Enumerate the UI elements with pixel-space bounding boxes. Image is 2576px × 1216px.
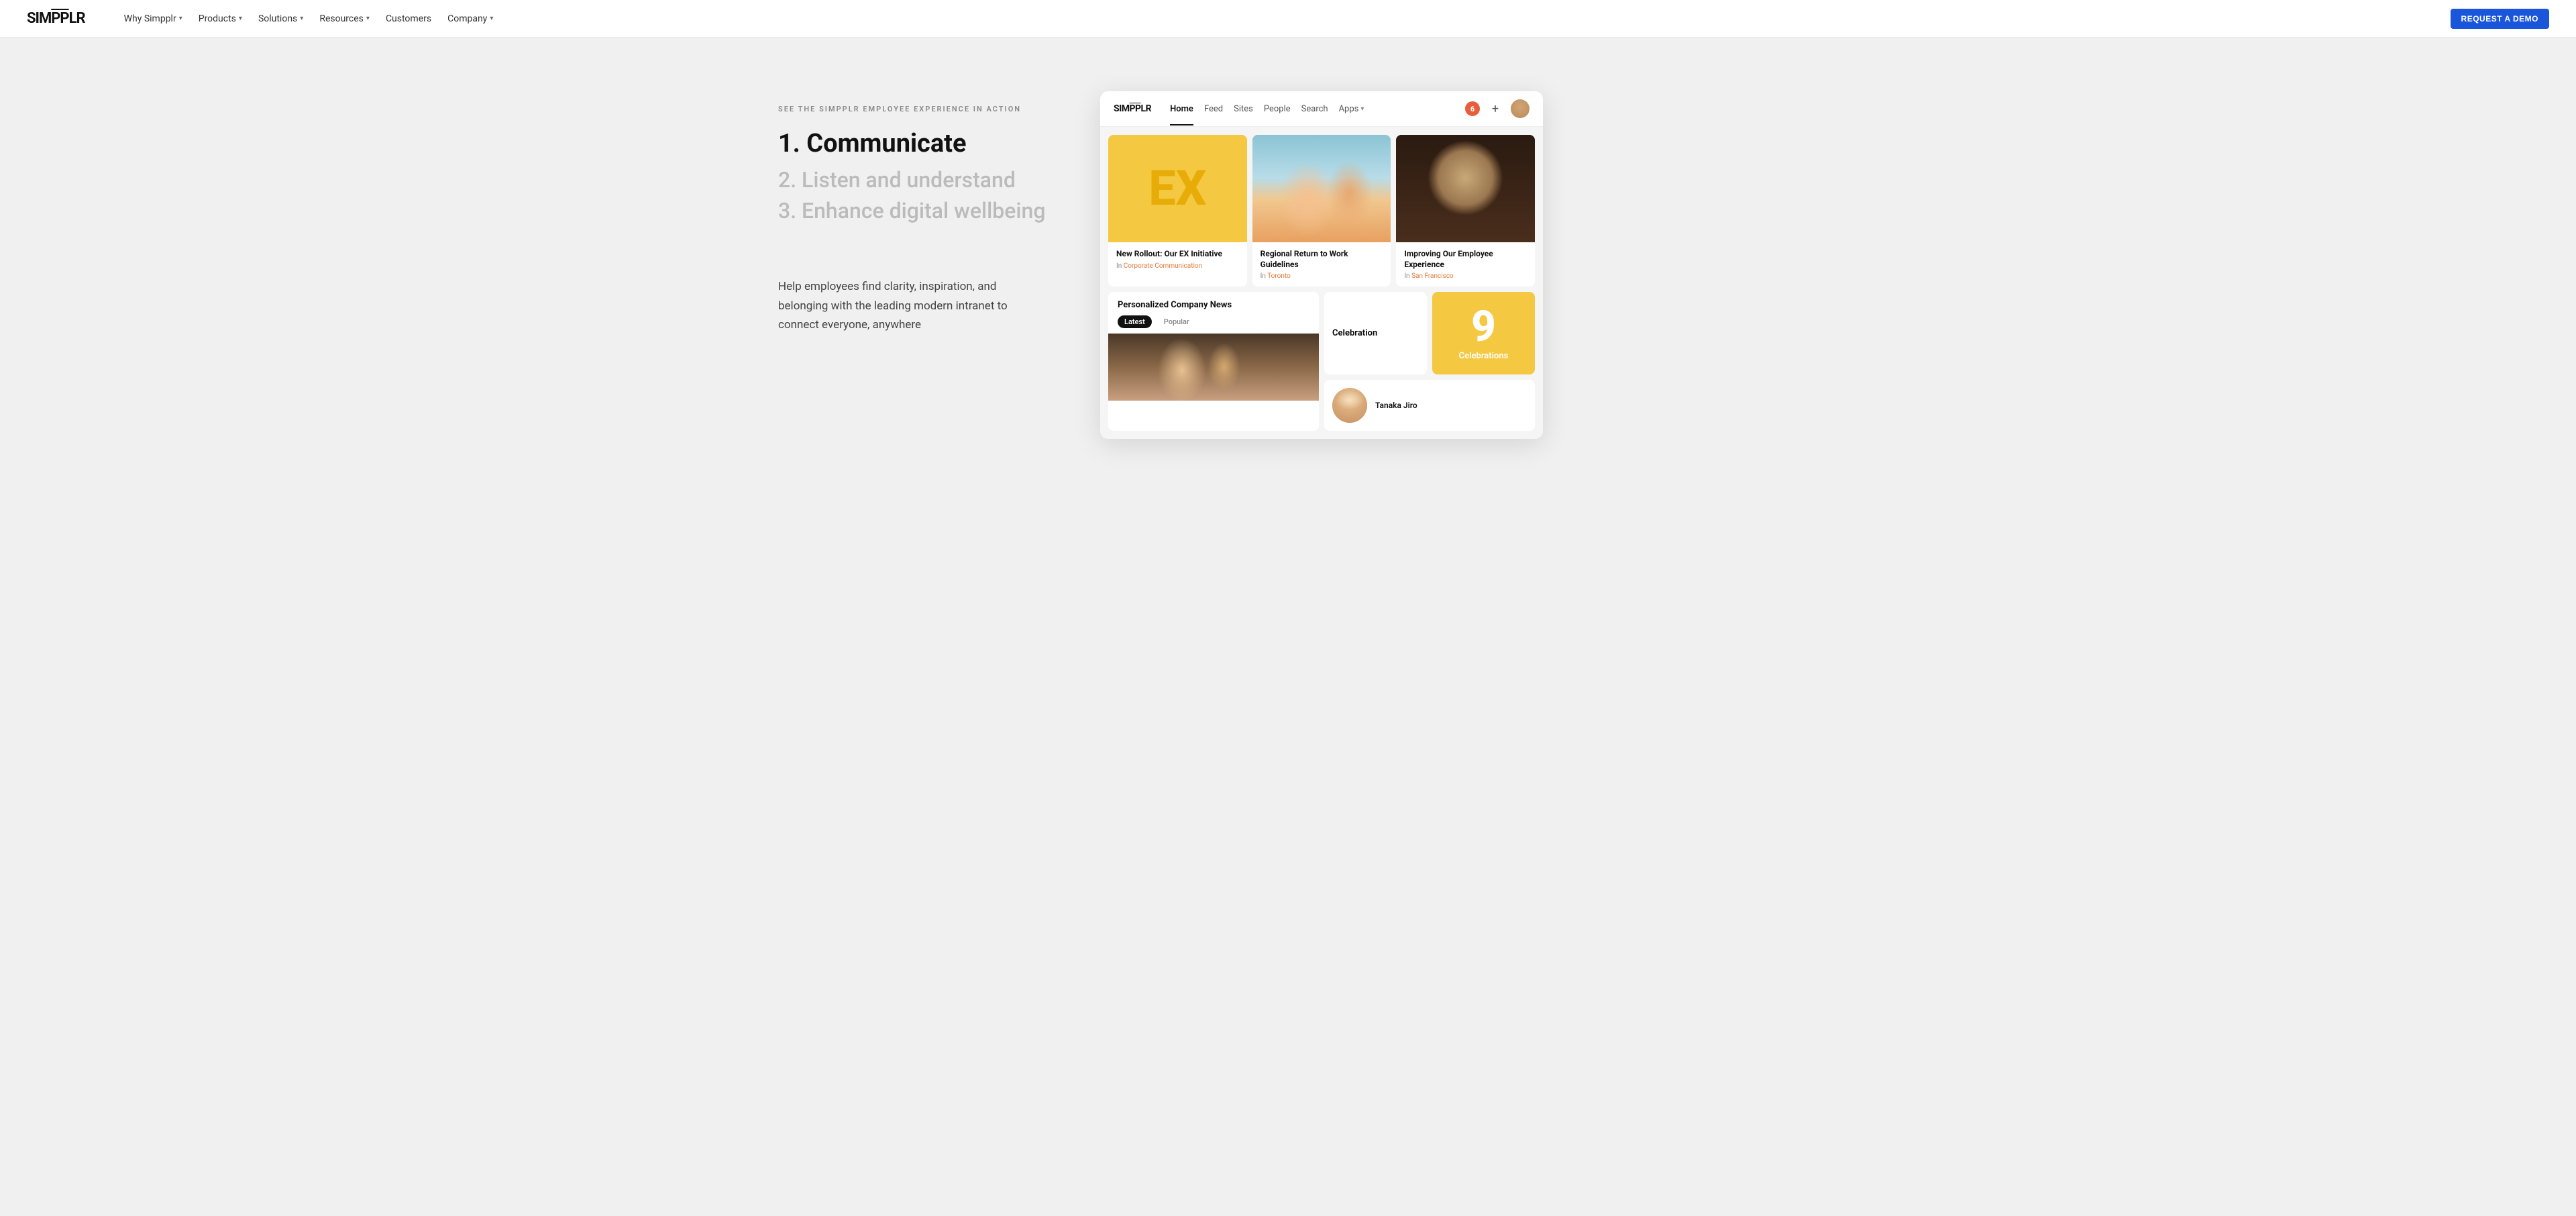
people-card-title: Regional Return to Work Guidelines [1260, 249, 1383, 270]
app-mockup: SIMPPLR Home Feed Sites People Search Ap… [1100, 91, 1543, 439]
navbar-logo[interactable]: SIMPPLR [27, 10, 85, 27]
coffee-card-title: Improving Our Employee Experience [1404, 249, 1527, 270]
celebration-header-card: Celebration [1324, 292, 1427, 374]
hero-step3: 3. Enhance digital wellbeing [778, 198, 1060, 223]
cards-top-row: EX New Rollout: Our EX Initiative In Cor… [1108, 135, 1535, 287]
tab-popular[interactable]: Popular [1157, 315, 1196, 328]
tab-latest[interactable]: Latest [1118, 315, 1152, 328]
celebration-row: Celebration 9 Celebrations [1324, 292, 1535, 374]
hero-left: SEE THE SIMPPLR EMPLOYEE EXPERIENCE IN A… [778, 91, 1060, 334]
celebration-number: 9 [1471, 305, 1496, 348]
coffee-card-category[interactable]: San Francisco [1411, 272, 1454, 280]
notification-badge[interactable]: 6 [1465, 101, 1480, 116]
nav-item-products[interactable]: Products ▾ [192, 9, 249, 28]
profile-name: Tanaka Jiro [1375, 401, 1417, 410]
coffee-photo [1396, 135, 1535, 242]
right-bottom-column: Celebration 9 Celebrations Tanaka Jiro [1324, 292, 1535, 431]
hero-eyebrow: SEE THE SIMPPLR EMPLOYEE EXPERIENCE IN A… [778, 105, 1060, 113]
news-tabs: Latest Popular [1108, 315, 1319, 334]
ex-card-category[interactable]: Corporate Communication [1124, 262, 1202, 270]
ex-card-visual: EX [1108, 135, 1247, 242]
ex-card-meta: In Corporate Communication [1116, 262, 1239, 270]
people-card-category[interactable]: Toronto [1267, 272, 1291, 280]
chevron-down-icon: ▾ [239, 15, 242, 22]
app-body: EX New Rollout: Our EX Initiative In Cor… [1100, 127, 1543, 439]
celebration-header-text: Celebration [1332, 328, 1377, 338]
ex-card: EX New Rollout: Our EX Initiative In Cor… [1108, 135, 1247, 287]
hero-step2: 2. Listen and understand [778, 167, 1060, 193]
news-image [1108, 334, 1319, 401]
user-avatar[interactable] [1511, 99, 1529, 118]
chevron-down-icon: ▾ [300, 15, 303, 22]
nav-item-solutions[interactable]: Solutions ▾ [252, 9, 310, 28]
app-nav: SIMPPLR Home Feed Sites People Search Ap… [1100, 91, 1543, 127]
news-card-header: Personalized Company News [1108, 292, 1319, 315]
ex-text: EX [1148, 164, 1206, 213]
people-photo [1252, 135, 1391, 242]
profile-avatar [1332, 388, 1367, 423]
nav-item-company[interactable]: Company ▾ [441, 9, 500, 28]
chevron-down-icon: ▾ [1360, 105, 1364, 113]
celebration-card: 9 Celebrations [1432, 292, 1535, 374]
app-nav-search[interactable]: Search [1301, 101, 1328, 117]
celebration-content: 9 Celebrations [1432, 292, 1535, 374]
personalized-news-card: Personalized Company News Latest Popular [1108, 292, 1319, 431]
avatar-image [1511, 99, 1529, 118]
nav-item-customers[interactable]: Customers [379, 9, 438, 28]
nav-links: Why Simpplr ▾ Products ▾ Solutions ▾ Res… [117, 9, 2429, 28]
people-card: Regional Return to Work Guidelines In To… [1252, 135, 1391, 287]
app-nav-links: Home Feed Sites People Search Apps ▾ [1170, 101, 1452, 117]
request-demo-button[interactable]: REQUEST A DEMO [2451, 9, 2549, 29]
app-nav-apps[interactable]: Apps ▾ [1339, 101, 1364, 117]
app-nav-home[interactable]: Home [1170, 101, 1193, 117]
coffee-card-info: Improving Our Employee Experience In San… [1396, 242, 1535, 287]
chevron-down-icon: ▾ [490, 15, 493, 22]
ex-card-info: New Rollout: Our EX Initiative In Corpor… [1108, 242, 1247, 276]
people-card-meta: In Toronto [1260, 272, 1383, 280]
coffee-card-meta: In San Francisco [1404, 272, 1527, 280]
app-logo: SIMPPLR [1114, 103, 1151, 114]
hero-step1: 1. Communicate [778, 130, 1060, 159]
celebration-label: Celebrations [1459, 351, 1509, 361]
profile-card: Tanaka Jiro [1324, 380, 1535, 431]
app-nav-people[interactable]: People [1264, 101, 1291, 117]
nav-item-resources[interactable]: Resources ▾ [313, 9, 376, 28]
nav-item-why-simpplr[interactable]: Why Simpplr ▾ [117, 9, 189, 28]
coffee-card: Improving Our Employee Experience In San… [1396, 135, 1535, 287]
cards-bottom-row: Personalized Company News Latest Popular… [1108, 292, 1535, 431]
app-nav-right: 6 + [1465, 99, 1529, 118]
main-content: SEE THE SIMPPLR EMPLOYEE EXPERIENCE IN A… [644, 38, 1932, 493]
hero-description: Help employees find clarity, inspiration… [778, 277, 1033, 334]
ex-card-title: New Rollout: Our EX Initiative [1116, 249, 1239, 260]
people-card-info: Regional Return to Work Guidelines In To… [1252, 242, 1391, 287]
app-nav-sites[interactable]: Sites [1234, 101, 1253, 117]
add-icon[interactable]: + [1488, 101, 1503, 116]
navbar: SIMPPLR Why Simpplr ▾ Products ▾ Solutio… [0, 0, 2576, 38]
chevron-down-icon: ▾ [179, 15, 182, 22]
chevron-down-icon: ▾ [366, 15, 370, 22]
app-nav-feed[interactable]: Feed [1204, 101, 1223, 117]
